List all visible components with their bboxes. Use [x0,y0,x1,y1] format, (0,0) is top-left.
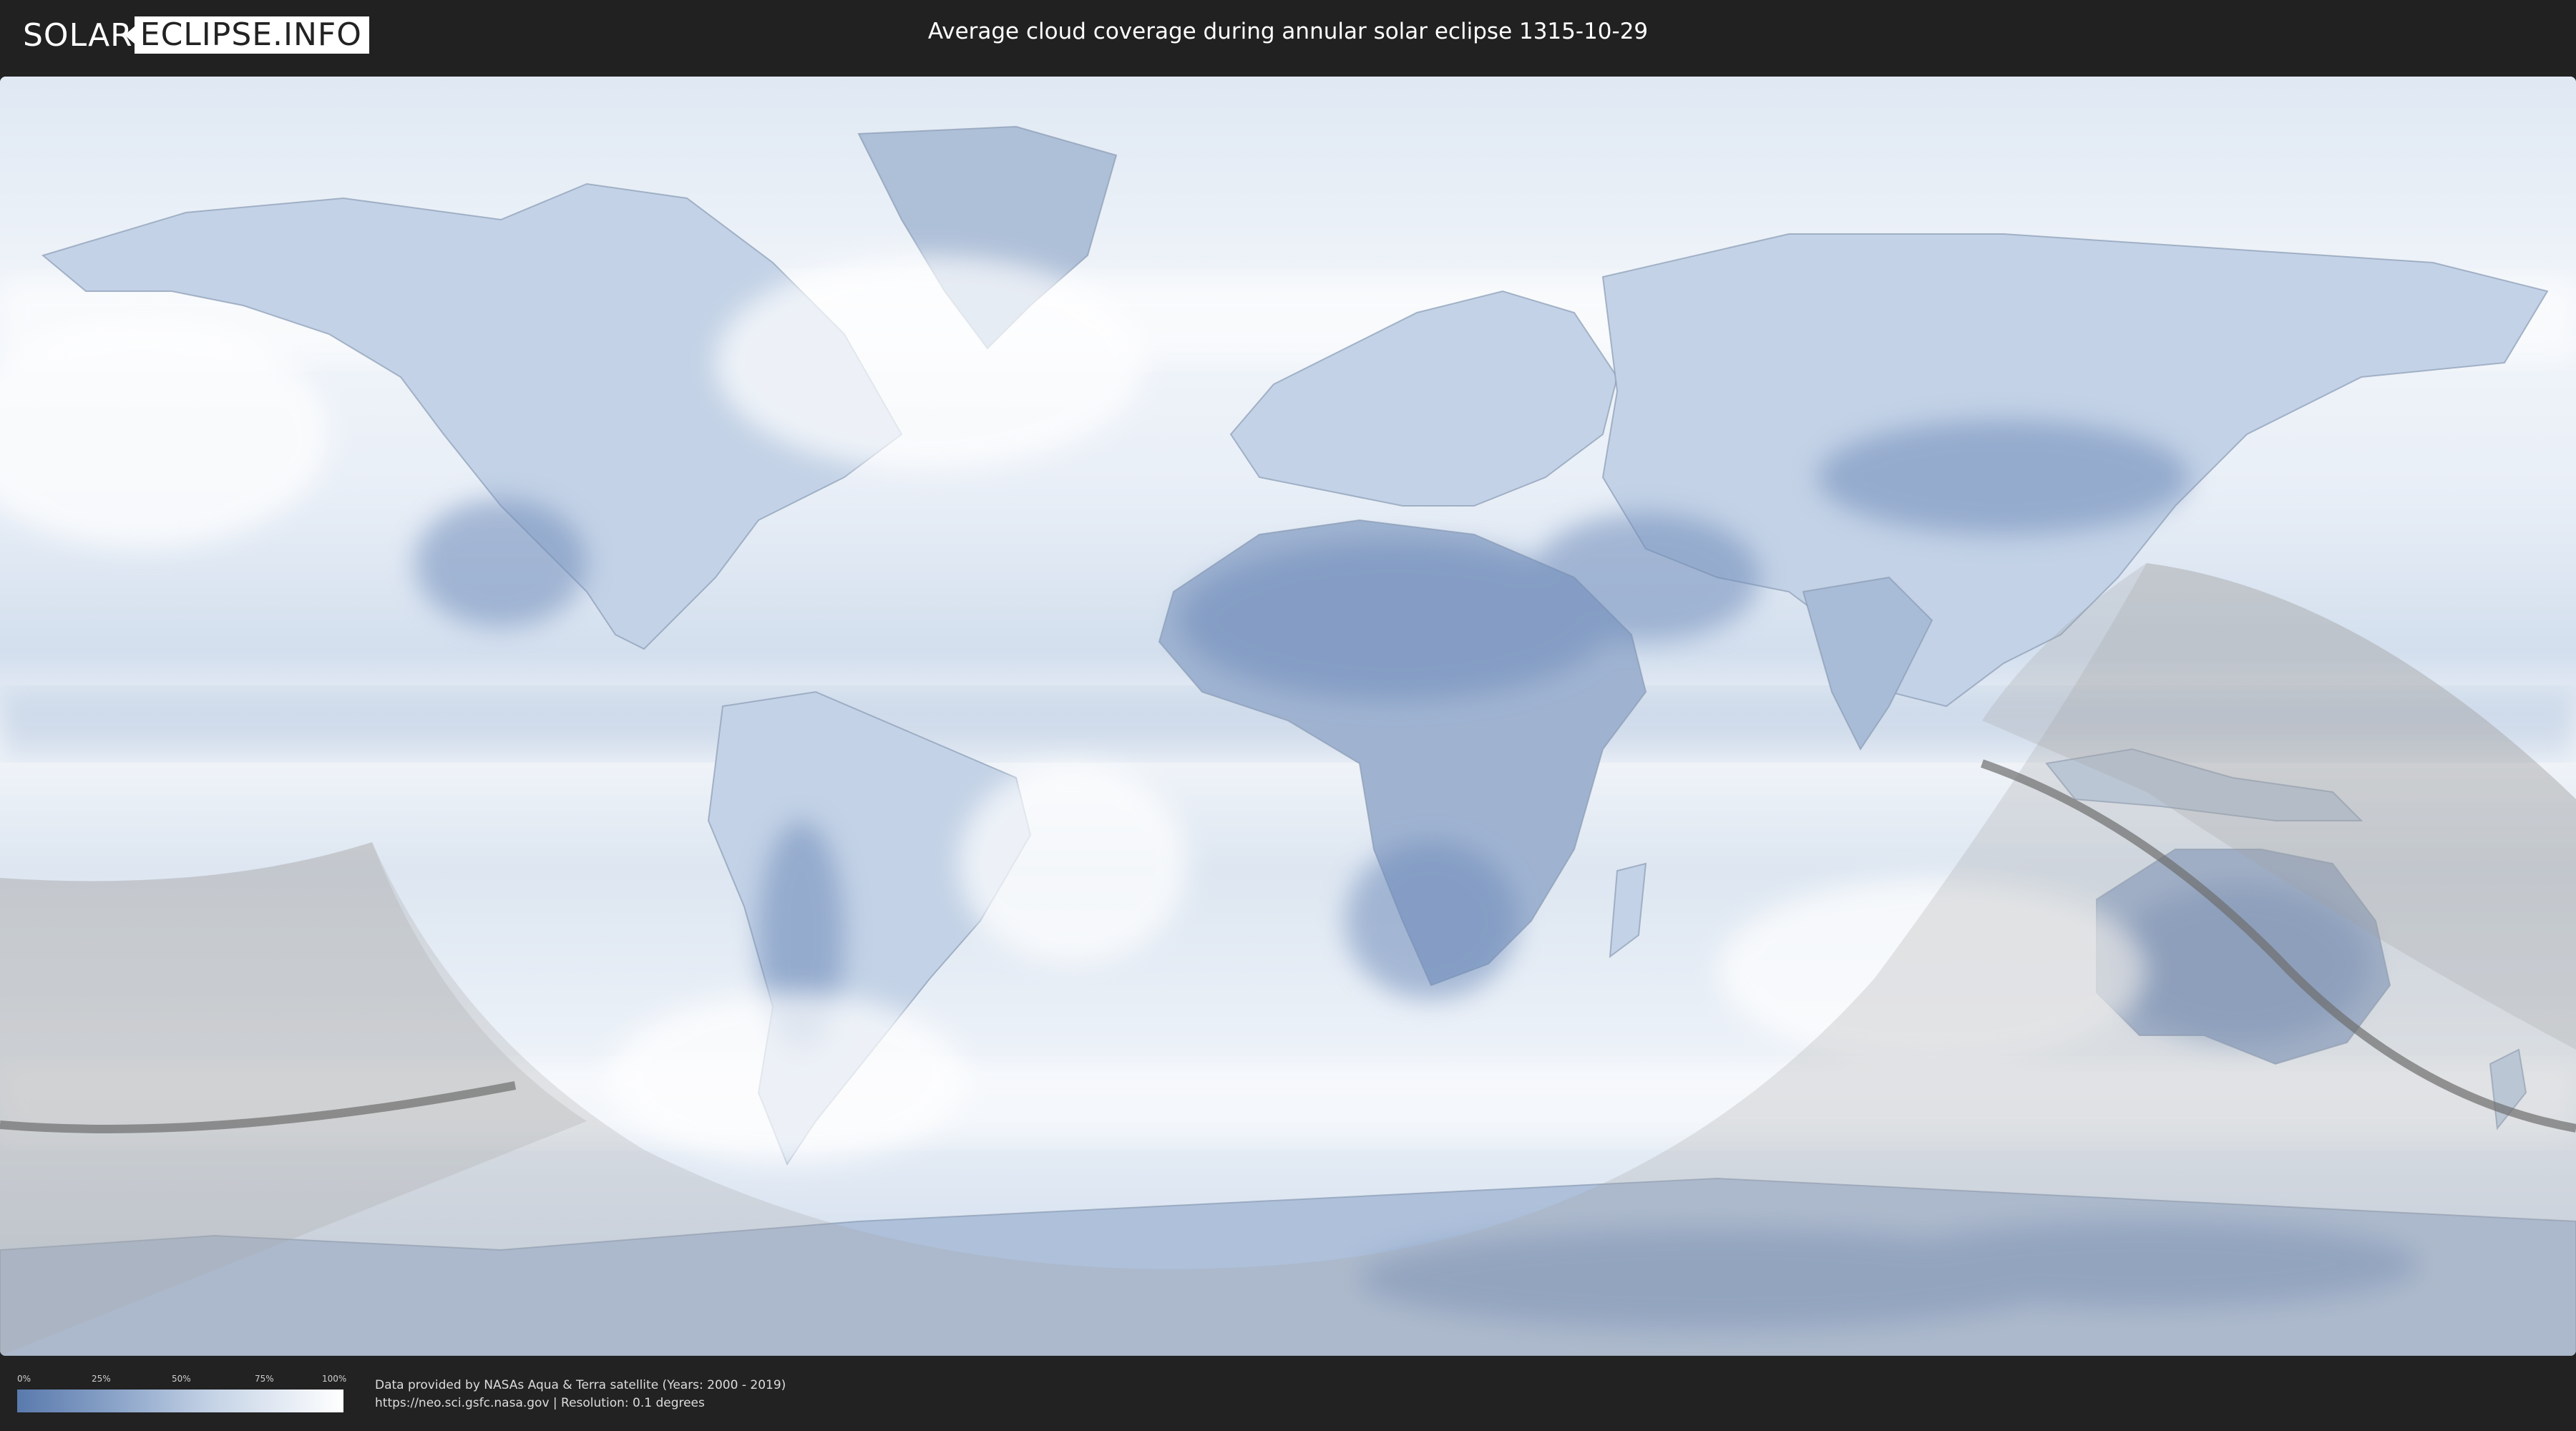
header-bar: SOLAR ECLIPSE.INFO Average cloud coverag… [0,0,2576,72]
coverage-legend: 0% 25% 50% 75% 100% [17,1374,347,1414]
clear-southern-africa [1345,842,1517,1000]
credit-url-resolution[interactable]: https://neo.sci.gsfc.nasa.gov | Resoluti… [375,1396,705,1410]
clear-central-asia [1818,420,2190,534]
legend-tick-50: 50% [172,1374,191,1384]
clear-arabia [1531,513,1760,642]
legend-tick-75: 75% [255,1374,274,1384]
footer-bar [0,1357,2576,1431]
credit-data-source: Data provided by NASAs Aqua & Terra sate… [375,1378,786,1392]
legend-tick-0: 0% [17,1374,31,1384]
cloudy-south-pacific [608,992,966,1164]
page-title: Average cloud coverage during annular so… [927,19,1649,44]
cloudy-south-atlantic [959,763,1188,964]
legend-tick-25: 25% [92,1374,111,1384]
cloud-coverage-map[interactable] [0,77,2576,1356]
clear-mexico [415,499,587,627]
cloudy-north-atlantic [716,255,1145,470]
legend-color-bar [17,1390,343,1412]
legend-tick-100: 100% [322,1374,347,1384]
world-map-svg [0,77,2576,1356]
